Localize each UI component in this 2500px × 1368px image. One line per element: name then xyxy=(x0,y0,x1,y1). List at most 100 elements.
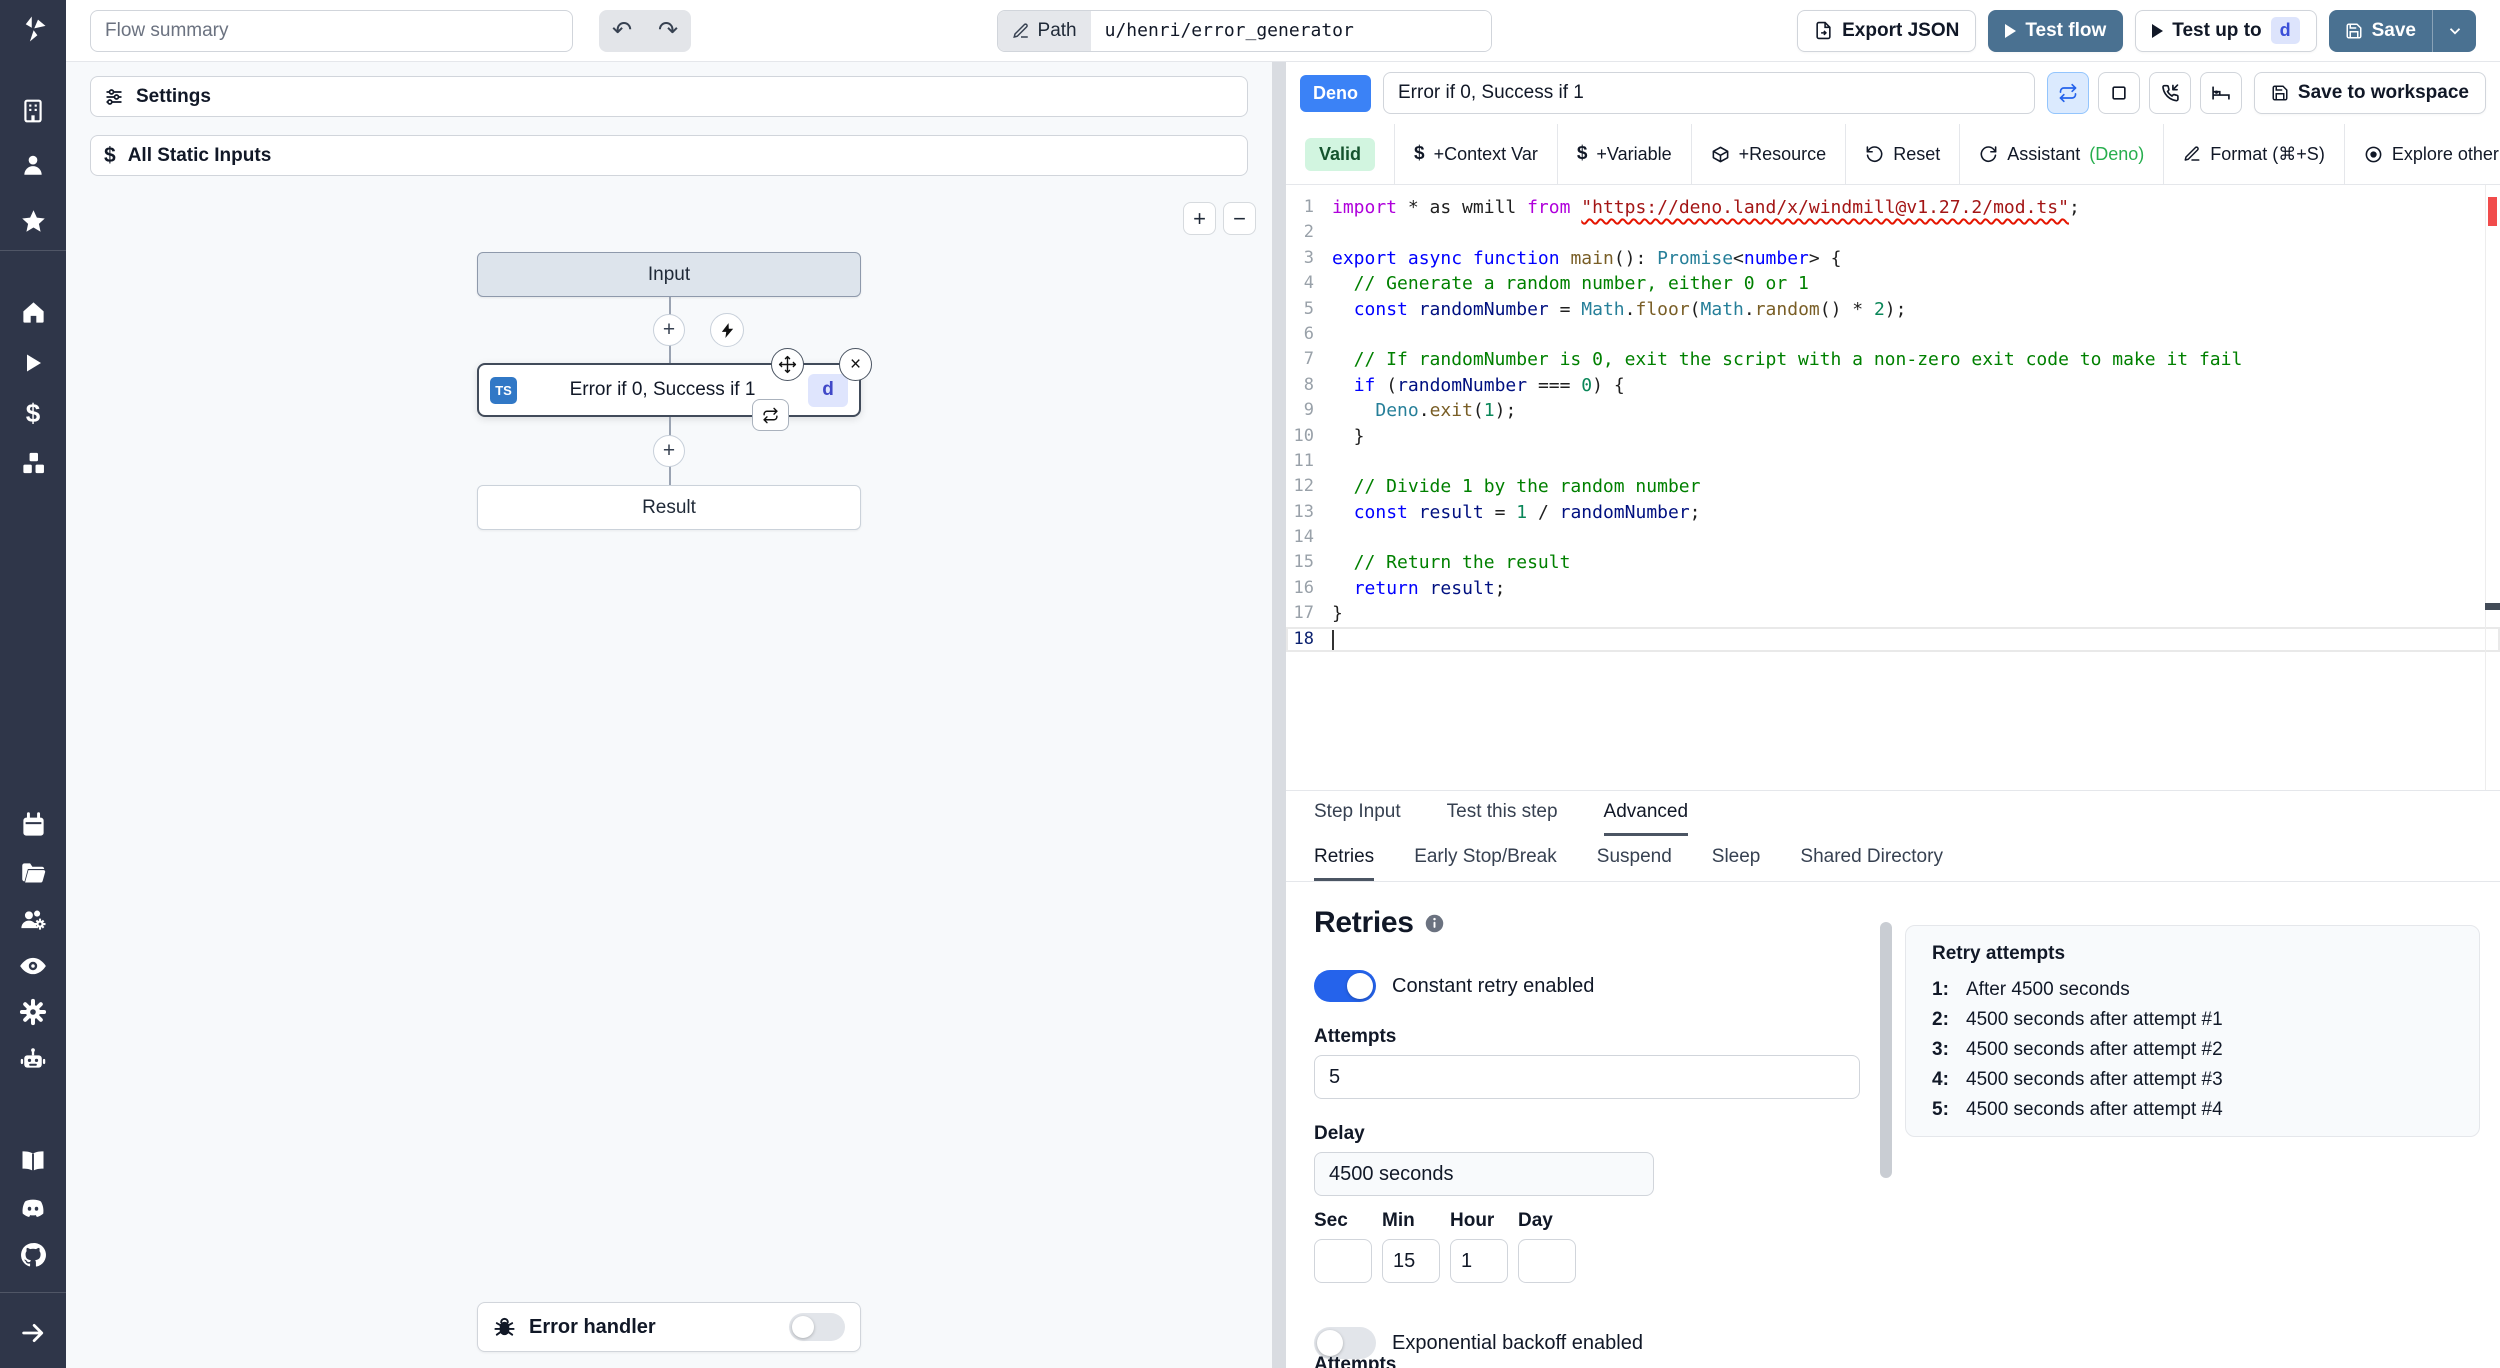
error-marker xyxy=(2488,197,2497,226)
redo-button[interactable]: ↷ xyxy=(645,10,691,52)
code-line[interactable]: 10 } xyxy=(1286,424,2500,449)
code-line[interactable]: 15 // Return the result xyxy=(1286,550,2500,575)
star-icon[interactable] xyxy=(18,206,48,236)
code-line[interactable]: 7 // If randomNumber is 0, exit the scri… xyxy=(1286,347,2500,372)
hour-input[interactable] xyxy=(1450,1239,1508,1283)
all-static-inputs-button[interactable]: $ All Static Inputs xyxy=(90,135,1248,176)
code-line[interactable]: 2 xyxy=(1286,220,2500,245)
undo-button[interactable]: ↶ xyxy=(599,10,645,52)
tab-sleep[interactable]: Sleep xyxy=(1712,836,1761,881)
add-variable-button[interactable]: $ +Variable xyxy=(1558,124,1692,184)
tab-test-this-step[interactable]: Test this step xyxy=(1447,791,1558,836)
discord-icon[interactable] xyxy=(18,1194,48,1224)
ai-bolt-button[interactable] xyxy=(710,313,744,347)
github-icon[interactable] xyxy=(18,1240,48,1270)
error-handler-node[interactable]: Error handler xyxy=(477,1302,861,1352)
module-node-selected[interactable]: TS Error if 0, Success if 1 d × xyxy=(477,348,872,431)
code-line[interactable]: 17} xyxy=(1286,601,2500,626)
code-line[interactable]: 1 import * as wmill from "https://deno.la… xyxy=(1286,195,2500,220)
constant-retry-toggle[interactable] xyxy=(1314,970,1376,1002)
sleep-indicator-button[interactable] xyxy=(2199,72,2242,114)
flow-summary-input[interactable] xyxy=(90,9,573,52)
code-line[interactable]: 3 export async function main(): Promise<n… xyxy=(1286,246,2500,271)
tab-shared-directory[interactable]: Shared Directory xyxy=(1800,836,1943,881)
undo-redo-group: ↶ ↷ xyxy=(599,9,691,52)
save-to-workspace-button[interactable]: Save to workspace xyxy=(2253,72,2486,114)
explore-scripts-button[interactable]: Explore other s xyxy=(2345,124,2500,184)
play-icon[interactable] xyxy=(18,348,48,378)
windmill-logo-icon[interactable] xyxy=(18,14,48,44)
user-icon[interactable] xyxy=(18,150,48,180)
dollar-icon[interactable]: $ xyxy=(18,398,48,428)
suspend-indicator-button[interactable] xyxy=(2148,72,2191,114)
panel-resize-handle[interactable] xyxy=(1272,62,1286,1368)
code-line[interactable]: 8 if (randomNumber === 0) { xyxy=(1286,373,2500,398)
input-node[interactable]: Input xyxy=(477,252,861,297)
code-line[interactable]: 18 xyxy=(1286,627,2500,652)
path-chip[interactable]: Path xyxy=(997,10,1091,51)
code-line[interactable]: 13 const result = 1 / randomNumber; xyxy=(1286,500,2500,525)
folder-icon[interactable] xyxy=(18,858,48,888)
code-line[interactable]: 6 xyxy=(1286,322,2500,347)
gear-icon[interactable] xyxy=(18,997,48,1027)
eye-icon[interactable] xyxy=(18,951,48,981)
sec-input[interactable] xyxy=(1314,1239,1372,1283)
code-line[interactable]: 5 const randomNumber = Math.floor(Math.r… xyxy=(1286,297,2500,322)
day-input[interactable] xyxy=(1518,1239,1576,1283)
code-line[interactable]: 4 // Generate a random number, either 0 … xyxy=(1286,271,2500,296)
home-icon[interactable] xyxy=(18,297,48,327)
zoom-out-button[interactable]: − xyxy=(1223,202,1256,235)
move-node-handle[interactable] xyxy=(771,348,804,381)
stop-indicator-button[interactable] xyxy=(2097,72,2140,114)
add-resource-button[interactable]: +Resource xyxy=(1692,124,1847,184)
min-input[interactable] xyxy=(1382,1239,1440,1283)
code-line[interactable]: 11 xyxy=(1286,449,2500,474)
format-label: Format (⌘+S) xyxy=(2210,143,2325,164)
editor-toolbar: Valid $ +Context Var $ +Variable +Resour… xyxy=(1286,124,2500,185)
code-line[interactable]: 14 xyxy=(1286,525,2500,550)
robot-icon[interactable] xyxy=(18,1045,48,1075)
code-editor[interactable]: 1 import * as wmill from "https://deno.la… xyxy=(1286,185,2500,790)
save-button[interactable]: Save xyxy=(2328,9,2432,52)
attempts-input[interactable] xyxy=(1314,1055,1860,1099)
error-handler-toggle[interactable] xyxy=(789,1313,845,1341)
boxes-icon[interactable] xyxy=(18,448,48,478)
delay-input[interactable] xyxy=(1314,1152,1654,1196)
tab-retries[interactable]: Retries xyxy=(1314,836,1375,881)
user-group-gear-icon[interactable] xyxy=(18,905,48,935)
step-title-input[interactable] xyxy=(1383,72,2035,114)
building-icon[interactable] xyxy=(18,96,48,126)
info-icon[interactable] xyxy=(1424,913,1445,934)
assistant-label: Assistant xyxy=(2007,143,2081,164)
code-line[interactable]: 12 // Divide 1 by the random number xyxy=(1286,474,2500,499)
line-number: 18 xyxy=(1293,628,1314,649)
assistant-button[interactable]: Assistant (Deno) xyxy=(1960,124,2165,184)
result-node[interactable]: Result xyxy=(477,485,861,530)
calendar-icon[interactable] xyxy=(18,810,48,840)
add-context-var-button[interactable]: $ +Context Var xyxy=(1395,124,1558,184)
book-icon[interactable] xyxy=(18,1146,48,1176)
test-flow-button[interactable]: Test flow xyxy=(1988,9,2124,52)
settings-button[interactable]: Settings xyxy=(90,76,1248,117)
code-line[interactable]: 9 Deno.exit(1); xyxy=(1286,398,2500,423)
tab-advanced[interactable]: Advanced xyxy=(1603,791,1689,836)
bug-icon xyxy=(493,1316,516,1339)
zoom-in-button[interactable]: + xyxy=(1183,202,1216,235)
tab-early-stop-break[interactable]: Early Stop/Break xyxy=(1414,836,1557,881)
add-step-button[interactable]: + xyxy=(653,435,685,467)
retries-scrollbar[interactable] xyxy=(1880,922,1892,1178)
export-json-button[interactable]: Export JSON xyxy=(1797,9,1977,52)
delete-node-button[interactable]: × xyxy=(839,348,872,381)
code-line[interactable]: 16 return result; xyxy=(1286,576,2500,601)
tab-step-input[interactable]: Step Input xyxy=(1314,791,1401,836)
arrow-right-icon[interactable] xyxy=(18,1318,48,1348)
save-dropdown-button[interactable] xyxy=(2432,9,2476,52)
tab-suspend[interactable]: Suspend xyxy=(1597,836,1672,881)
test-up-to-button[interactable]: Test up to d xyxy=(2135,9,2317,52)
format-button[interactable]: Format (⌘+S) xyxy=(2164,124,2345,184)
retries-indicator-button[interactable] xyxy=(2046,72,2089,114)
overview-ruler[interactable] xyxy=(2485,185,2500,790)
add-step-button[interactable]: + xyxy=(653,314,685,346)
reset-button[interactable]: Reset xyxy=(1846,124,1961,184)
path-input[interactable] xyxy=(1090,10,1491,51)
